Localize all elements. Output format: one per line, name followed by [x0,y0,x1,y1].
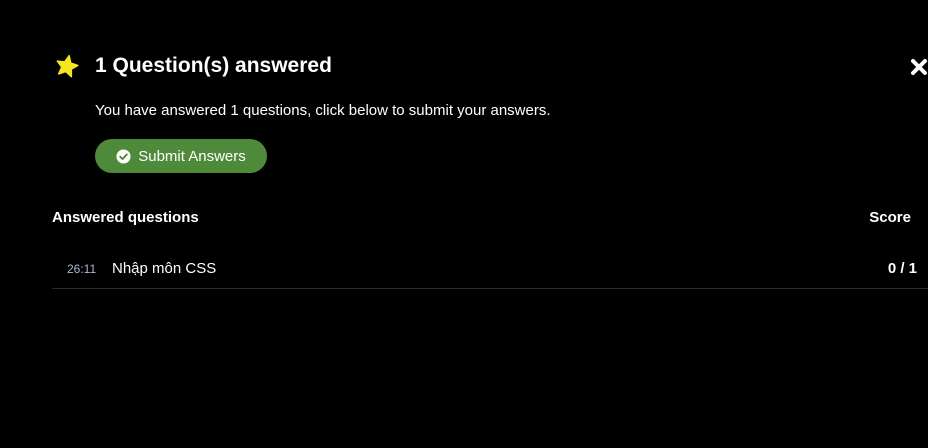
row-question-title: Nhập môn CSS [112,260,217,277]
star-icon [56,54,79,78]
score-header: Score [869,209,911,226]
submit-answers-button[interactable]: Submit Answers [95,139,267,173]
close-icon[interactable] [910,58,928,76]
row-score: 0 / 1 [887,260,917,277]
quiz-summary-dialog: 1 Question(s) answered You have answered… [0,0,928,448]
check-circle-icon [116,148,131,164]
table-row[interactable]: 26:11 Nhập môn CSS 0 / 1 [52,252,928,289]
row-time: 26:11 [67,262,97,276]
answered-message: You have answered 1 questions, click bel… [95,102,551,119]
submit-answers-label: Submit Answers [138,147,246,165]
dialog-title: 1 Question(s) answered [95,54,332,77]
dialog-header: 1 Question(s) answered [55,54,332,78]
answered-questions-header: Answered questions [52,209,199,226]
